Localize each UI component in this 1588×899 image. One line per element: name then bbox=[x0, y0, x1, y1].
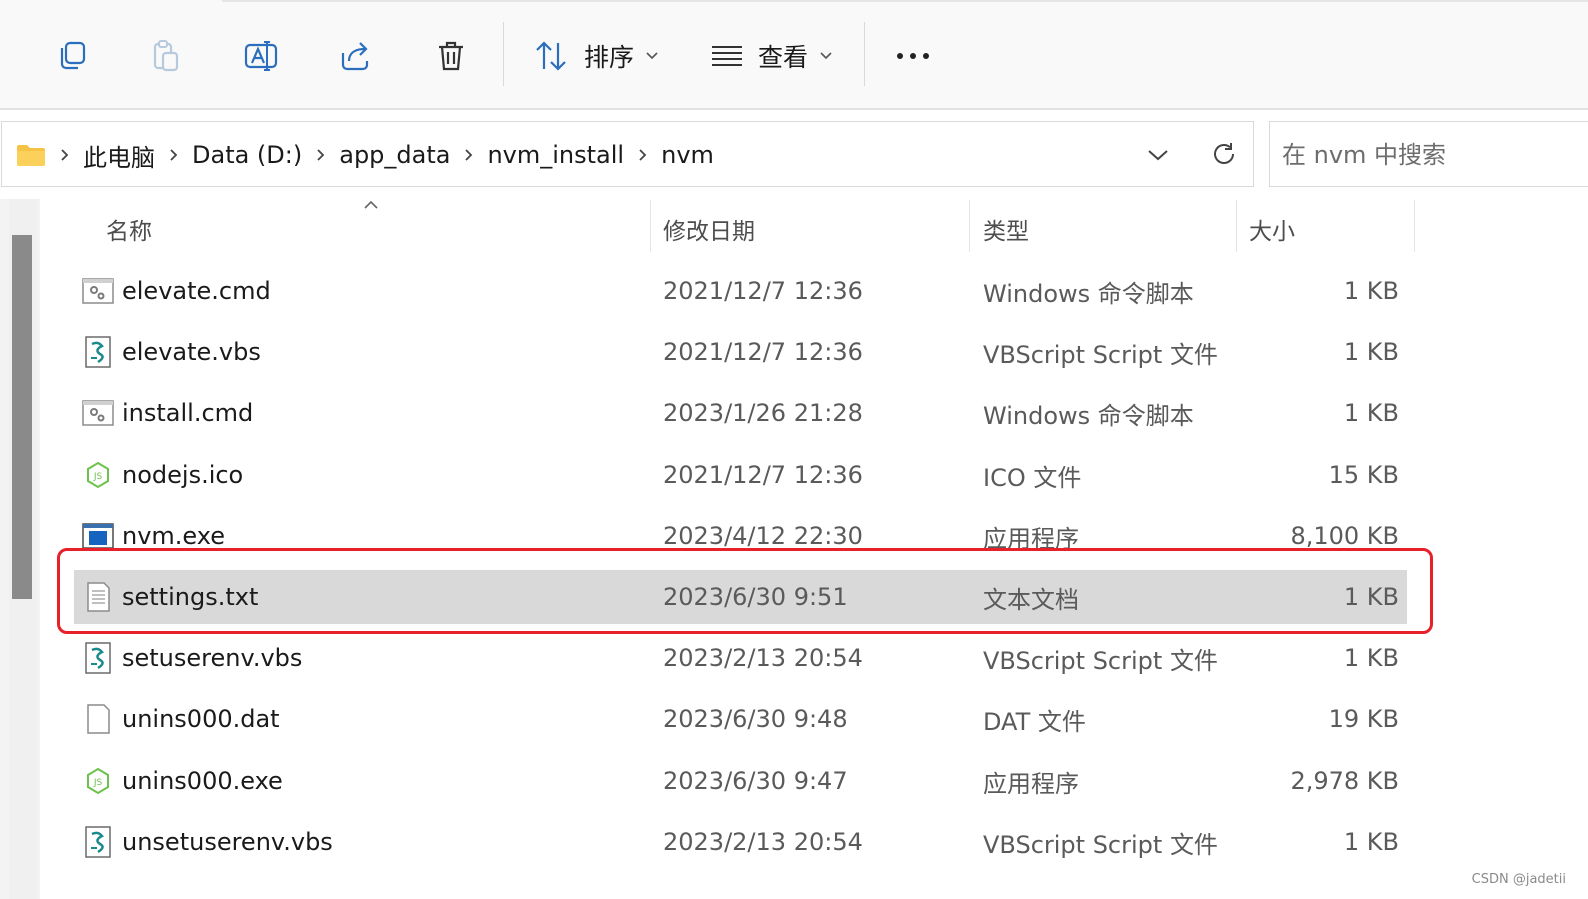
file-row[interactable]: elevate.cmd 2021/12/7 12:36 Windows 命令脚本… bbox=[74, 264, 1407, 318]
breadcrumb-nvm[interactable]: nvm bbox=[661, 141, 714, 169]
cmd-file-icon bbox=[82, 278, 114, 304]
file-name: elevate.cmd bbox=[122, 277, 271, 305]
column-divider[interactable] bbox=[1414, 200, 1415, 252]
file-row[interactable]: unsetuserenv.vbs 2023/2/13 20:54 VBScrip… bbox=[74, 815, 1407, 869]
file-type: ICO 文件 bbox=[983, 463, 1082, 492]
highlight-annotation bbox=[57, 548, 1433, 634]
file-size: 1 KB bbox=[1343, 277, 1399, 305]
sort-ascending-icon bbox=[364, 200, 378, 209]
breadcrumb-app-data[interactable]: app_data bbox=[339, 141, 450, 169]
column-header-size[interactable]: 大小 bbox=[1249, 212, 1295, 246]
blank-file-icon bbox=[87, 704, 110, 734]
file-size: 1 KB bbox=[1343, 338, 1399, 366]
scrollbar-thumb[interactable] bbox=[12, 235, 32, 599]
view-button[interactable]: 查看 bbox=[710, 34, 832, 78]
sort-button[interactable]: 排序 bbox=[534, 34, 658, 78]
column-header-name[interactable]: 名称 bbox=[106, 212, 152, 246]
share-icon[interactable] bbox=[336, 36, 376, 76]
vbs-file-icon bbox=[85, 336, 111, 368]
breadcrumb: 此电脑 Data (D:) app_data nvm_install nvm bbox=[16, 122, 714, 188]
rename-icon[interactable] bbox=[241, 36, 281, 76]
file-size: 2,978 KB bbox=[1290, 767, 1399, 795]
view-icon bbox=[712, 46, 742, 66]
column-header-type[interactable]: 类型 bbox=[983, 212, 1029, 246]
chevron-right-icon[interactable] bbox=[464, 148, 473, 162]
search-input[interactable] bbox=[1280, 132, 1584, 178]
file-row[interactable]: setuserenv.vbs 2023/2/13 20:54 VBScript … bbox=[74, 631, 1407, 685]
vbs-file-icon bbox=[85, 826, 111, 858]
file-date: 2023/2/13 20:54 bbox=[663, 644, 863, 672]
sort-label: 排序 bbox=[584, 43, 635, 72]
address-bar[interactable]: 此电脑 Data (D:) app_data nvm_install nvm bbox=[1, 121, 1254, 187]
breadcrumb-nvm-install[interactable]: nvm_install bbox=[487, 141, 624, 169]
view-label: 查看 bbox=[758, 43, 809, 72]
column-divider[interactable] bbox=[969, 200, 970, 252]
cmd-file-icon bbox=[82, 400, 114, 426]
breadcrumb-this-pc[interactable]: 此电脑 bbox=[83, 138, 155, 173]
file-name: elevate.vbs bbox=[122, 338, 261, 366]
chevron-down-icon bbox=[820, 52, 832, 60]
delete-icon[interactable] bbox=[431, 36, 471, 76]
file-date: 2023/6/30 9:48 bbox=[663, 705, 848, 733]
command-bar: 排序 查看 bbox=[0, 0, 1588, 110]
file-type: VBScript Script 文件 bbox=[983, 340, 1218, 369]
file-name: unsetuserenv.vbs bbox=[122, 828, 333, 856]
toolbar-separator bbox=[503, 22, 504, 86]
file-name: unins000.dat bbox=[122, 705, 280, 733]
file-type: 应用程序 bbox=[983, 769, 1079, 798]
file-type: VBScript Script 文件 bbox=[983, 646, 1218, 675]
file-size: 19 KB bbox=[1328, 705, 1399, 733]
file-date: 2021/12/7 12:36 bbox=[663, 338, 863, 366]
column-header-date[interactable]: 修改日期 bbox=[663, 212, 755, 246]
file-date: 2021/12/7 12:36 bbox=[663, 461, 863, 489]
file-size: 1 KB bbox=[1343, 828, 1399, 856]
refresh-icon[interactable] bbox=[1208, 138, 1240, 170]
file-name: install.cmd bbox=[122, 399, 254, 427]
watermark: CSDN @jadetii bbox=[1471, 872, 1566, 887]
file-date: 2021/12/7 12:36 bbox=[663, 277, 863, 305]
chevron-right-icon[interactable] bbox=[169, 148, 178, 162]
file-size: 15 KB bbox=[1328, 461, 1399, 489]
chevron-right-icon[interactable] bbox=[638, 148, 647, 162]
svg-text:JS: JS bbox=[93, 472, 103, 482]
file-date: 2023/2/13 20:54 bbox=[663, 828, 863, 856]
file-type: Windows 命令脚本 bbox=[983, 279, 1194, 308]
file-row[interactable]: elevate.vbs 2021/12/7 12:36 VBScript Scr… bbox=[74, 325, 1407, 379]
paste-icon[interactable] bbox=[146, 36, 186, 76]
file-type: VBScript Script 文件 bbox=[983, 830, 1218, 859]
file-name: unins000.exe bbox=[122, 767, 283, 795]
svg-text:JS: JS bbox=[93, 778, 103, 788]
file-row[interactable]: install.cmd 2023/1/26 21:28 Windows 命令脚本… bbox=[74, 386, 1407, 440]
sort-icon bbox=[536, 41, 566, 71]
history-dropdown-icon[interactable] bbox=[1142, 139, 1174, 171]
file-type: DAT 文件 bbox=[983, 707, 1086, 736]
folder-icon bbox=[17, 145, 45, 166]
file-row[interactable]: JS unins000.exe 2023/6/30 9:47 应用程序 2,97… bbox=[74, 754, 1407, 808]
column-divider[interactable] bbox=[1236, 200, 1237, 252]
file-date: 2023/1/26 21:28 bbox=[663, 399, 863, 427]
file-row[interactable]: JS nodejs.ico 2021/12/7 12:36 ICO 文件 15 … bbox=[74, 448, 1407, 502]
toolbar-top-border bbox=[222, 0, 1588, 2]
nodejs-icon: JS bbox=[87, 461, 109, 489]
file-name: nodejs.ico bbox=[122, 461, 244, 489]
file-size: 1 KB bbox=[1343, 644, 1399, 672]
file-name: setuserenv.vbs bbox=[122, 644, 303, 672]
file-date: 2023/6/30 9:47 bbox=[663, 767, 848, 795]
file-size: 1 KB bbox=[1343, 399, 1399, 427]
breadcrumb-drive[interactable]: Data (D:) bbox=[192, 141, 302, 169]
chevron-down-icon bbox=[646, 52, 658, 60]
file-row[interactable]: unins000.dat 2023/6/30 9:48 DAT 文件 19 KB bbox=[74, 692, 1407, 746]
chevron-right-icon[interactable] bbox=[316, 148, 325, 162]
column-divider[interactable] bbox=[650, 200, 651, 252]
more-icon[interactable] bbox=[893, 36, 933, 76]
chevron-right-icon[interactable] bbox=[60, 148, 69, 162]
copy-icon[interactable] bbox=[52, 36, 92, 76]
search-box[interactable] bbox=[1269, 121, 1588, 187]
file-type: Windows 命令脚本 bbox=[983, 401, 1194, 430]
toolbar-separator bbox=[864, 22, 865, 86]
vbs-file-icon bbox=[85, 642, 111, 674]
nodejs-icon: JS bbox=[87, 767, 109, 795]
